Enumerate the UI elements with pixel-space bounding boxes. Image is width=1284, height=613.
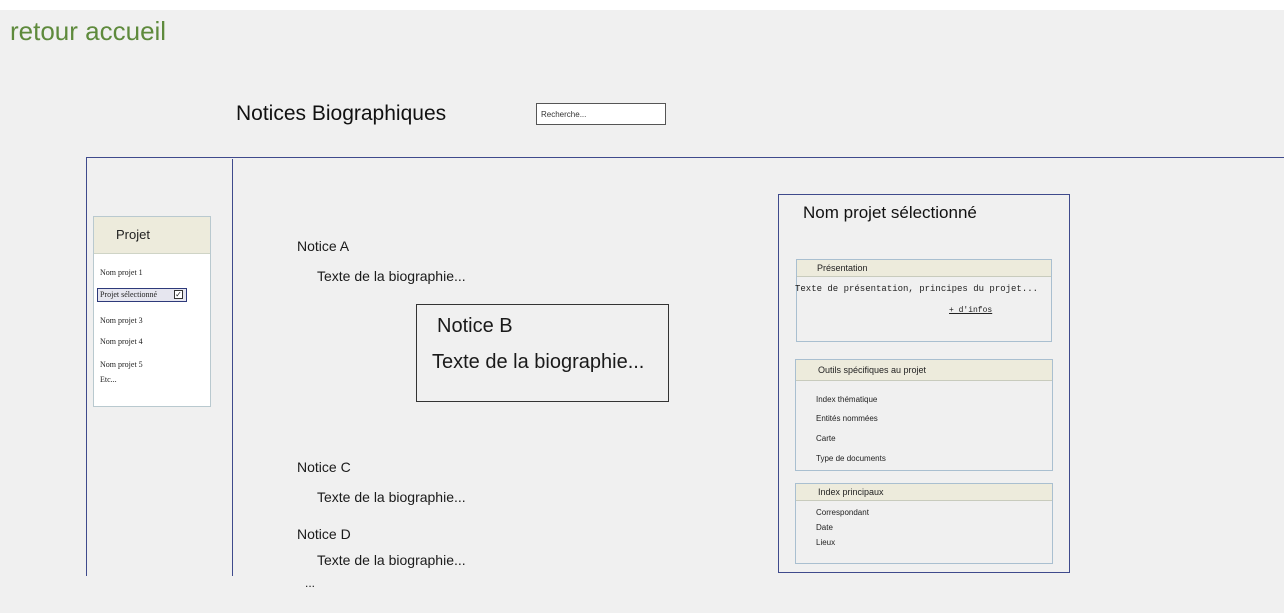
tool-named-entities[interactable]: Entités nommées xyxy=(816,414,878,423)
tool-map[interactable]: Carte xyxy=(816,434,836,443)
project-sidebar: Projet Nom projet 1 Projet sélectionné ✓… xyxy=(93,216,211,407)
notice-c-title[interactable]: Notice C xyxy=(297,459,351,475)
presentation-heading: Présentation xyxy=(797,260,1051,277)
project-item-label: Projet sélectionné xyxy=(100,290,158,299)
index-date[interactable]: Date xyxy=(816,523,833,532)
notice-d-text: Texte de la biographie... xyxy=(317,552,466,568)
search-input[interactable] xyxy=(536,103,666,125)
notice-a-title[interactable]: Notice A xyxy=(297,238,349,254)
selected-project-title: Nom projet sélectionné xyxy=(803,203,977,222)
index-correspondent[interactable]: Correspondant xyxy=(816,508,869,517)
project-item-selected[interactable]: Projet sélectionné ✓ xyxy=(97,288,187,302)
project-item-more[interactable]: Etc... xyxy=(100,375,117,384)
tool-thematic-index[interactable]: Index thématique xyxy=(816,395,877,404)
page-title: Notices Biographiques xyxy=(236,102,447,125)
presentation-text: Texte de présentation, principes du proj… xyxy=(795,284,1039,294)
notice-b-title: Notice B xyxy=(437,315,513,337)
home-link[interactable]: retour accueil xyxy=(10,16,166,47)
more-notices-ellipsis: ... xyxy=(305,576,316,590)
project-item-3[interactable]: Nom projet 3 xyxy=(100,316,143,325)
indexes-heading: Index principaux xyxy=(796,484,1052,501)
tools-box: Outils spécifiques au projet Index théma… xyxy=(795,359,1053,471)
presentation-box: Présentation Texte de présentation, prin… xyxy=(795,259,1052,342)
left-border xyxy=(86,157,87,576)
notice-c-text: Texte de la biographie... xyxy=(317,489,466,505)
selected-project-panel: Nom projet sélectionné Présentation Text… xyxy=(778,194,1070,573)
tool-document-types[interactable]: Type de documents xyxy=(816,454,886,463)
project-item-5[interactable]: Nom projet 5 xyxy=(100,360,143,369)
tools-heading: Outils spécifiques au projet xyxy=(796,360,1052,381)
project-item-1[interactable]: Nom projet 1 xyxy=(100,268,143,277)
notice-d-title[interactable]: Notice D xyxy=(297,526,351,542)
more-info-link[interactable]: + d'infos xyxy=(949,306,992,315)
project-sidebar-heading: Projet xyxy=(94,217,210,254)
project-item-4[interactable]: Nom projet 4 xyxy=(100,337,143,346)
notice-b-text: Texte de la biographie... xyxy=(432,351,645,373)
checkbox-icon[interactable]: ✓ xyxy=(174,290,183,299)
sidebar-divider xyxy=(232,159,233,576)
notice-a-text: Texte de la biographie... xyxy=(317,268,466,284)
notice-b-card[interactable]: Notice B Texte de la biographie... xyxy=(416,304,669,402)
index-places[interactable]: Lieux xyxy=(816,538,835,547)
page-background: retour accueil Notices Biographiques Pro… xyxy=(0,10,1284,613)
header-divider xyxy=(86,157,1284,158)
indexes-box: Index principaux Correspondant Date Lieu… xyxy=(795,483,1053,564)
